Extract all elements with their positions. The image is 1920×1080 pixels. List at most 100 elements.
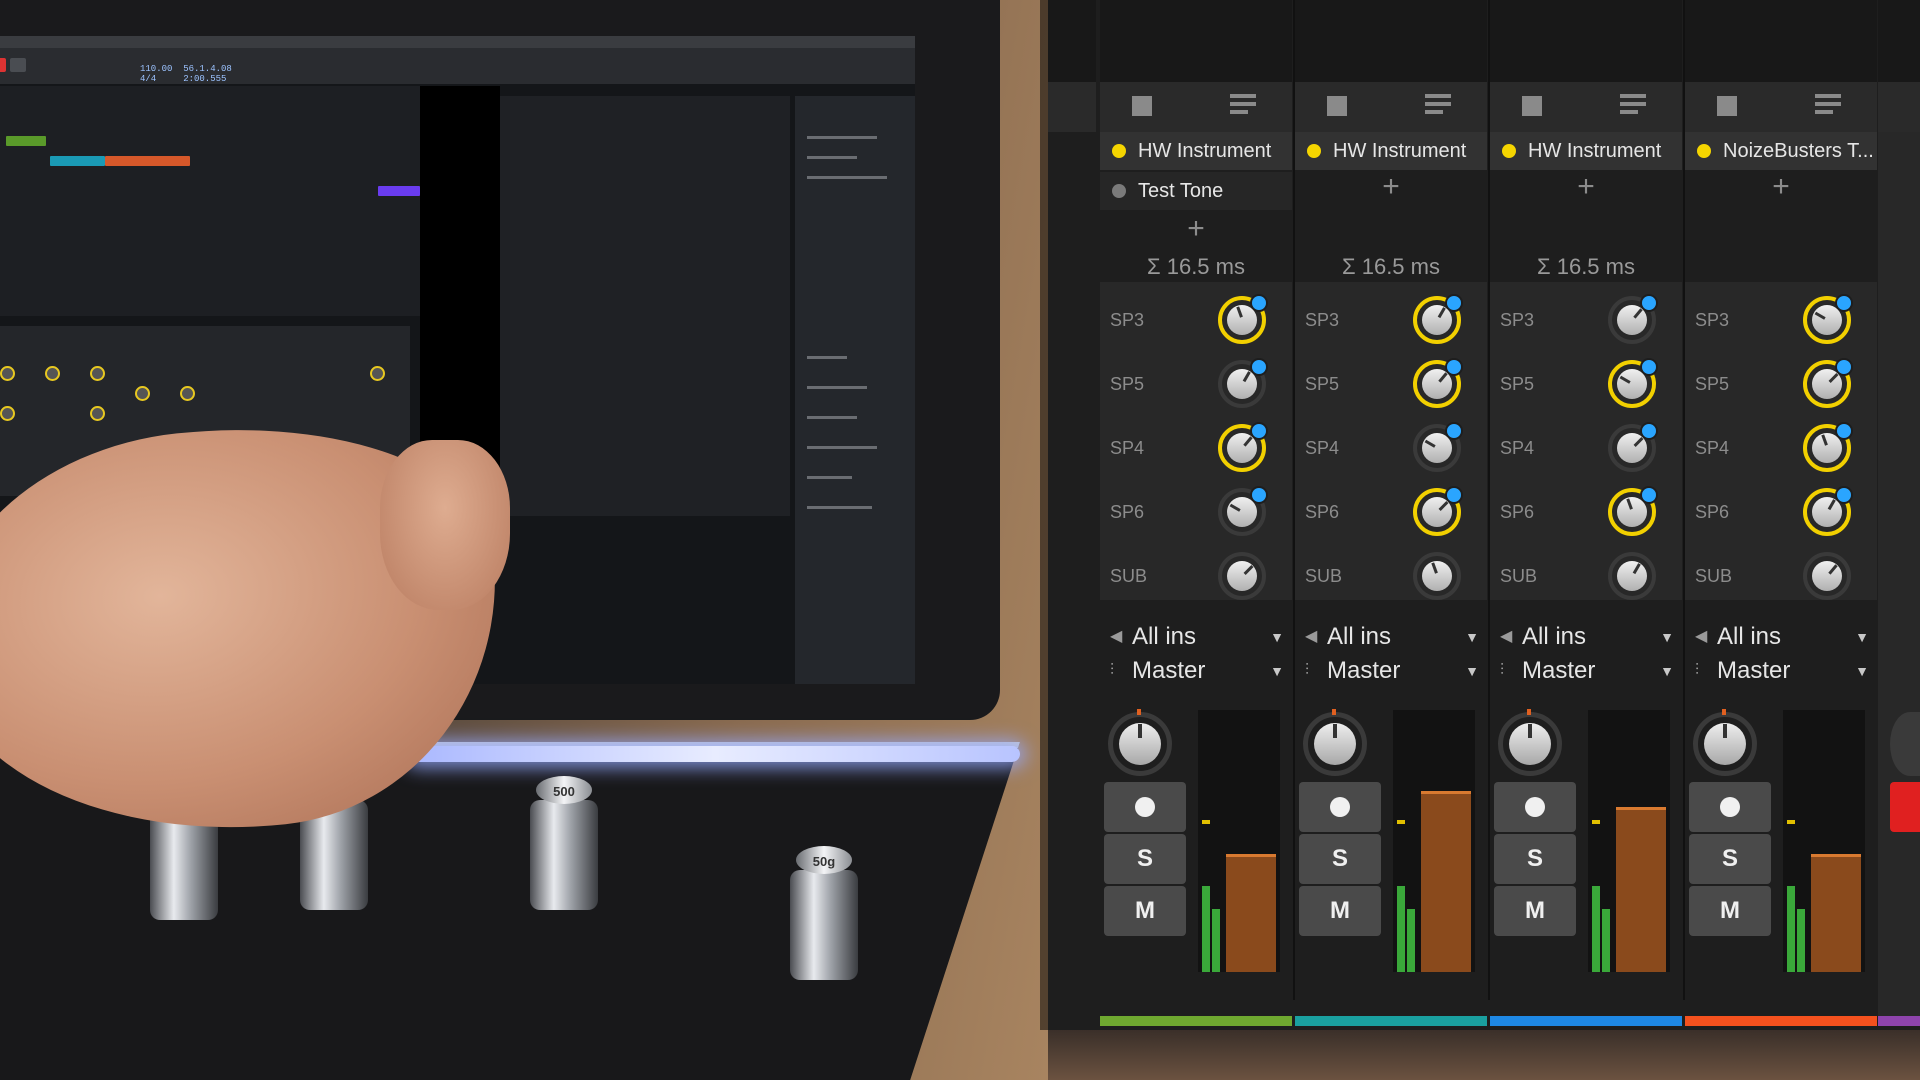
send-mode-indicator[interactable]	[1445, 294, 1463, 312]
send-mode-indicator[interactable]	[1445, 486, 1463, 504]
device-instrument[interactable]: HW Instrument	[1100, 132, 1292, 170]
send-knob[interactable]	[1608, 486, 1658, 536]
send-mode-indicator[interactable]	[1445, 358, 1463, 376]
level-meter[interactable]	[1198, 710, 1280, 972]
waveform-icon: ⫶	[1695, 662, 1700, 679]
channel-icon-bar	[1878, 82, 1920, 132]
device-bypassed-dot[interactable]	[1112, 184, 1126, 198]
volume-fader-fill[interactable]	[1226, 854, 1276, 972]
input-selector[interactable]: ◀ All ins ▼	[1490, 620, 1682, 654]
send-knob[interactable]	[1218, 294, 1268, 344]
send-mode-indicator[interactable]	[1250, 422, 1268, 440]
send-knob[interactable]	[1608, 552, 1656, 600]
send-mode-indicator[interactable]	[1250, 294, 1268, 312]
clip-launcher-icon[interactable]	[1815, 94, 1841, 120]
device-secondary[interactable]: Test Tone	[1100, 172, 1292, 210]
device-instrument[interactable]: HW Instrument	[1490, 132, 1682, 170]
output-selector[interactable]: ⫶ Master ▼	[1295, 654, 1487, 688]
clip-launcher-icon[interactable]	[1425, 94, 1451, 120]
input-selector[interactable]: ◀ All ins ▼	[1685, 620, 1877, 654]
daw-mini-knob	[370, 366, 385, 381]
level-meter[interactable]	[1783, 710, 1865, 972]
send-knob[interactable]	[1413, 358, 1463, 408]
send-knob[interactable]	[1803, 422, 1853, 472]
device-active-dot[interactable]	[1307, 144, 1321, 158]
output-selector[interactable]: ⫶ Master ▼	[1100, 654, 1292, 688]
record-arm-button-active[interactable]	[1890, 782, 1920, 832]
send-knob[interactable]	[1218, 358, 1268, 408]
output-selector[interactable]: ⫶ Master ▼	[1490, 654, 1682, 688]
send-knob[interactable]	[1803, 486, 1853, 536]
send-mode-indicator[interactable]	[1640, 294, 1658, 312]
solo-button[interactable]: S	[1104, 834, 1186, 884]
send-knob[interactable]	[1413, 294, 1463, 344]
send-knob[interactable]	[1803, 294, 1853, 344]
stop-icon[interactable]	[1522, 96, 1542, 116]
track-color-strip	[1490, 1016, 1682, 1026]
record-arm-button[interactable]	[1689, 782, 1771, 832]
send-mode-indicator[interactable]	[1640, 422, 1658, 440]
send-knob[interactable]	[1218, 552, 1266, 600]
solo-button[interactable]: S	[1689, 834, 1771, 884]
send-label: SP6	[1695, 502, 1730, 522]
level-meter[interactable]	[1588, 710, 1670, 972]
device-instrument[interactable]: HW Instrument	[1295, 132, 1487, 170]
device-active-dot[interactable]	[1502, 144, 1516, 158]
send-mode-indicator[interactable]	[1250, 486, 1268, 504]
send-knob[interactable]	[1803, 552, 1851, 600]
mute-button[interactable]: M	[1494, 886, 1576, 936]
chevron-down-icon: ▼	[1270, 663, 1284, 679]
send-mode-indicator[interactable]	[1250, 358, 1268, 376]
mute-button[interactable]: M	[1299, 886, 1381, 936]
send-mode-indicator[interactable]	[1835, 294, 1853, 312]
record-arm-button[interactable]	[1494, 782, 1576, 832]
device-active-dot[interactable]	[1112, 144, 1126, 158]
send-knob[interactable]	[1413, 552, 1461, 600]
input-selector[interactable]: ◀ All ins ▼	[1295, 620, 1487, 654]
send-label: SP6	[1110, 502, 1145, 522]
stop-icon[interactable]	[1717, 96, 1737, 116]
stop-icon[interactable]	[1132, 96, 1152, 116]
clip-launcher-icon[interactable]	[1620, 94, 1646, 120]
send-knob[interactable]	[1608, 422, 1658, 472]
send-mode-indicator[interactable]	[1640, 486, 1658, 504]
volume-knob[interactable]	[1693, 709, 1757, 776]
clip-launcher-icon[interactable]	[1230, 94, 1256, 120]
send-mode-indicator[interactable]	[1835, 486, 1853, 504]
volume-knob[interactable]	[1108, 709, 1172, 776]
mute-button[interactable]: M	[1104, 886, 1186, 936]
volume-knob[interactable]	[1498, 709, 1562, 776]
add-device-button[interactable]: +	[1371, 172, 1411, 202]
add-device-button[interactable]: +	[1566, 172, 1606, 202]
send-knob[interactable]	[1413, 422, 1463, 472]
record-arm-button[interactable]	[1104, 782, 1186, 832]
device-instrument[interactable]: NoizeBusters T...	[1685, 132, 1877, 170]
volume-fader-fill[interactable]	[1616, 807, 1666, 972]
channel-strip: HW Instrument + Σ 16.5 ms SP3 SP5 SP4 SP6 SUB ◀ A…	[1490, 132, 1682, 1025]
solo-button[interactable]: S	[1494, 834, 1576, 884]
add-device-button[interactable]: +	[1176, 214, 1216, 244]
send-knob[interactable]	[1803, 358, 1853, 408]
send-knob[interactable]	[1218, 422, 1268, 472]
send-mode-indicator[interactable]	[1835, 358, 1853, 376]
add-device-button[interactable]: +	[1761, 172, 1801, 202]
send-mode-indicator[interactable]	[1445, 422, 1463, 440]
solo-button[interactable]: S	[1299, 834, 1381, 884]
send-knob[interactable]	[1608, 294, 1658, 344]
device-active-dot[interactable]	[1697, 144, 1711, 158]
volume-fader-fill[interactable]	[1421, 791, 1471, 972]
record-arm-button[interactable]	[1299, 782, 1381, 832]
send-knob[interactable]	[1413, 486, 1463, 536]
send-knob[interactable]	[1608, 358, 1658, 408]
stop-icon[interactable]	[1327, 96, 1347, 116]
level-meter[interactable]	[1393, 710, 1475, 972]
output-value: Master	[1327, 657, 1401, 684]
volume-knob[interactable]	[1303, 709, 1367, 776]
output-selector[interactable]: ⫶ Master ▼	[1685, 654, 1877, 688]
volume-fader-fill[interactable]	[1811, 854, 1861, 972]
input-selector[interactable]: ◀ All ins ▼	[1100, 620, 1292, 654]
send-knob[interactable]	[1218, 486, 1268, 536]
mute-button[interactable]: M	[1689, 886, 1771, 936]
send-mode-indicator[interactable]	[1835, 422, 1853, 440]
send-mode-indicator[interactable]	[1640, 358, 1658, 376]
